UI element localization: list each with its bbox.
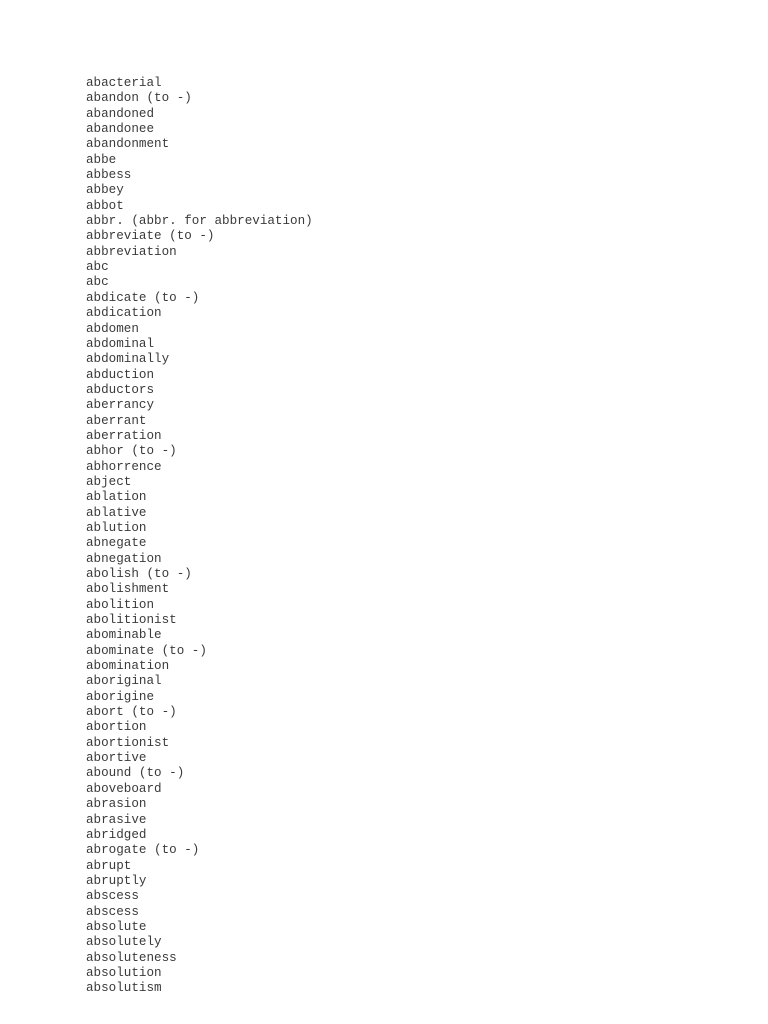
list-item: abductors: [86, 382, 155, 397]
list-item: abhorrence: [86, 459, 162, 474]
list-item: abdication: [86, 306, 162, 321]
list-item: absoluteness: [86, 950, 177, 965]
list-item: abduction: [86, 367, 155, 382]
list-item: abbr. (abbr. for abbreviation): [86, 214, 313, 229]
list-item: abolishment: [86, 582, 170, 597]
list-item: abbot: [86, 198, 124, 213]
list-item: abbess: [86, 168, 132, 183]
list-item: abruptly: [86, 873, 147, 888]
list-item: ablative: [86, 505, 147, 520]
list-item: ablation: [86, 490, 147, 505]
list-item: abnegation: [86, 551, 162, 566]
list-item: abandoned: [86, 106, 155, 121]
list-item: abrasion: [86, 797, 147, 812]
list-item: aberration: [86, 428, 162, 443]
list-item: aberrant: [86, 413, 147, 428]
list-item: abbreviation: [86, 244, 177, 259]
list-item: aboveboard: [86, 781, 162, 796]
list-item: abrasive: [86, 812, 147, 827]
list-item: abridged: [86, 827, 147, 842]
list-item: abomination: [86, 659, 170, 674]
list-item: abolition: [86, 597, 155, 612]
list-item: absolutism: [86, 981, 162, 996]
list-item: abdomen: [86, 321, 139, 336]
list-item: abc: [86, 275, 109, 290]
list-item: abort (to -): [86, 705, 177, 720]
list-item: abject: [86, 474, 132, 489]
list-item: abdominal: [86, 336, 155, 351]
list-item: abolish (to -): [86, 567, 192, 581]
list-item: abbey: [86, 183, 124, 198]
list-item: abandonee: [86, 122, 155, 137]
list-item: aborigine: [86, 689, 155, 704]
list-item: abominate (to -): [86, 643, 207, 658]
list-item: abortive: [86, 751, 147, 766]
list-item: abbreviate (to -): [86, 229, 215, 244]
word-list: abacterial abandon (to -) abandoned abandon…: [86, 76, 313, 997]
list-item: aboriginal: [86, 674, 162, 689]
list-item: abandon (to -): [86, 91, 192, 106]
list-item: abdominally: [86, 352, 170, 367]
list-item: abortionist: [86, 735, 170, 750]
list-item: abominable: [86, 628, 162, 643]
list-item: absolution: [86, 965, 162, 980]
list-item: abrupt: [86, 858, 132, 873]
list-item: abbe: [86, 152, 117, 167]
list-item: abortion: [86, 720, 147, 735]
list-item: abound (to -): [86, 766, 185, 781]
list-item: aberrancy: [86, 398, 155, 413]
list-item: absolutely: [86, 935, 162, 950]
list-item: abrogate (to -): [86, 843, 200, 858]
list-item: abolitionist: [86, 613, 177, 628]
list-item: abacterial: [86, 76, 162, 90]
list-item: ablution: [86, 520, 147, 535]
list-item: absolute: [86, 919, 147, 934]
list-item: abandonment: [86, 137, 170, 152]
list-item: abc: [86, 260, 109, 275]
list-item: abnegate: [86, 536, 147, 551]
list-item: abhor (to -): [86, 444, 177, 459]
list-item: abscess: [86, 889, 139, 904]
list-item: abscess: [86, 904, 139, 919]
list-item: abdicate (to -): [86, 290, 200, 305]
document-page: abacterial abandon (to -) abandoned abandon…: [0, 0, 768, 1024]
